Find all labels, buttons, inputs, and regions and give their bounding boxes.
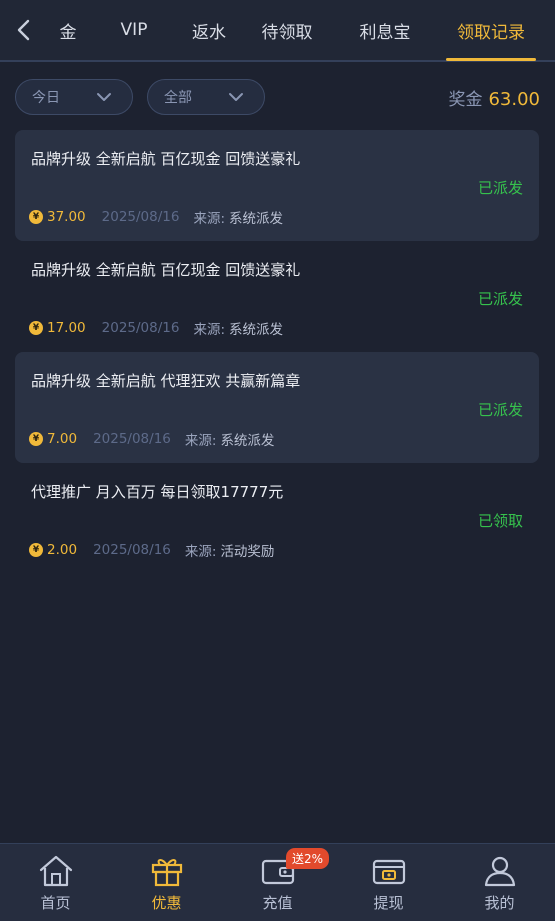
record-amount: 2.00	[47, 542, 78, 558]
record-source-label: 来源:	[184, 544, 217, 560]
record-title: 品牌升级 全新启航 百亿现金 回馈送豪礼	[31, 261, 301, 279]
period-select-value: 今日	[32, 90, 60, 106]
period-select[interactable]: 今日	[15, 79, 133, 115]
top-tab-bar: 金 VIP 返水 待领取 利息宝 领取记录	[0, 0, 555, 62]
chevron-down-icon	[97, 93, 111, 101]
chevron-down-icon	[229, 93, 243, 101]
record-status: 已派发	[477, 290, 523, 308]
home-icon	[39, 855, 72, 887]
list-item[interactable]: 品牌升级 全新启航 百亿现金 回馈送豪礼 已派发 ¥ 37.00 2025/08…	[15, 130, 539, 241]
nav-deposit-label: 充值	[262, 894, 293, 912]
record-status: 已领取	[477, 512, 523, 530]
list-item[interactable]: 品牌升级 全新启航 代理狂欢 共赢新篇章 已派发 ¥ 7.00 2025/08/…	[15, 352, 539, 463]
chevron-left-icon	[17, 19, 30, 41]
record-amount: 7.00	[47, 431, 78, 447]
tabs: 金 VIP 返水 待领取 利息宝 领取记录	[46, 0, 555, 61]
app-root: 金 VIP 返水 待领取 利息宝 领取记录 今日 全部 奖金 63.00 品牌升…	[0, 0, 555, 921]
record-amount: 17.00	[47, 320, 86, 336]
nav-profile[interactable]: 我的	[444, 844, 555, 921]
record-source-label: 来源:	[193, 211, 226, 227]
tab-claim-records[interactable]: 领取记录	[436, 0, 546, 61]
bonus-total: 奖金 63.00	[448, 85, 540, 110]
record-meta: ¥ 7.00 2025/08/16 来源: 系统派发	[29, 429, 274, 449]
tab-gold[interactable]: 金	[46, 0, 90, 61]
nav-home-label: 首页	[40, 894, 71, 912]
bottom-nav: 首页 优惠 送2% 充值 提现 我的	[0, 843, 555, 921]
bonus-label: 奖金	[448, 89, 483, 110]
nav-promotions-label: 优惠	[151, 894, 182, 912]
nav-withdraw[interactable]: 提现	[333, 844, 444, 921]
bonus-value: 63.00	[488, 88, 540, 110]
nav-profile-label: 我的	[484, 894, 515, 912]
category-select[interactable]: 全部	[147, 79, 265, 115]
record-source-label: 来源:	[184, 433, 217, 449]
record-meta: ¥ 17.00 2025/08/16 来源: 系统派发	[29, 318, 283, 338]
category-select-value: 全部	[164, 90, 192, 106]
coin-icon: ¥	[29, 432, 43, 446]
record-meta: ¥ 2.00 2025/08/16 来源: 活动奖励	[29, 540, 274, 560]
list-item[interactable]: 代理推广 月入百万 每日领取17777元 已领取 ¥ 2.00 2025/08/…	[15, 463, 539, 574]
record-source: 系统派发	[229, 211, 284, 227]
gift-icon	[151, 859, 182, 887]
deposit-bonus-badge: 送2%	[286, 848, 330, 869]
record-title: 品牌升级 全新启航 百亿现金 回馈送豪礼	[31, 150, 301, 168]
record-status: 已派发	[477, 179, 523, 197]
tab-pending[interactable]: 待领取	[240, 0, 334, 61]
record-amount: 37.00	[47, 209, 86, 225]
record-date: 2025/08/16	[101, 320, 180, 336]
tab-vip[interactable]: VIP	[90, 0, 178, 61]
user-icon	[484, 856, 515, 887]
tab-rebate[interactable]: 返水	[178, 0, 240, 61]
nav-deposit[interactable]: 送2% 充值	[222, 844, 333, 921]
nav-promotions[interactable]: 优惠	[111, 844, 222, 921]
back-button[interactable]	[0, 0, 46, 61]
record-title: 品牌升级 全新启航 代理狂欢 共赢新篇章	[31, 372, 301, 390]
record-meta: ¥ 37.00 2025/08/16 来源: 系统派发	[29, 207, 283, 227]
nav-home[interactable]: 首页	[0, 844, 111, 921]
record-date: 2025/08/16	[93, 542, 171, 558]
record-source: 活动奖励	[220, 544, 275, 560]
record-list: 品牌升级 全新启航 百亿现金 回馈送豪礼 已派发 ¥ 37.00 2025/08…	[15, 130, 539, 574]
record-source: 系统派发	[229, 322, 284, 338]
nav-withdraw-label: 提现	[373, 894, 404, 912]
tab-interest[interactable]: 利息宝	[334, 0, 436, 61]
record-date: 2025/08/16	[93, 431, 171, 447]
record-source-label: 来源:	[193, 322, 226, 338]
coin-icon: ¥	[29, 321, 43, 335]
coin-icon: ¥	[29, 210, 43, 224]
list-item[interactable]: 品牌升级 全新启航 百亿现金 回馈送豪礼 已派发 ¥ 17.00 2025/08…	[15, 241, 539, 352]
record-status: 已派发	[477, 401, 523, 419]
filter-row: 今日 全部 奖金 63.00	[0, 64, 555, 130]
withdraw-icon	[372, 859, 405, 885]
coin-icon: ¥	[29, 543, 43, 557]
record-title: 代理推广 月入百万 每日领取17777元	[31, 483, 284, 501]
record-date: 2025/08/16	[101, 209, 180, 225]
record-source: 系统派发	[220, 433, 275, 449]
